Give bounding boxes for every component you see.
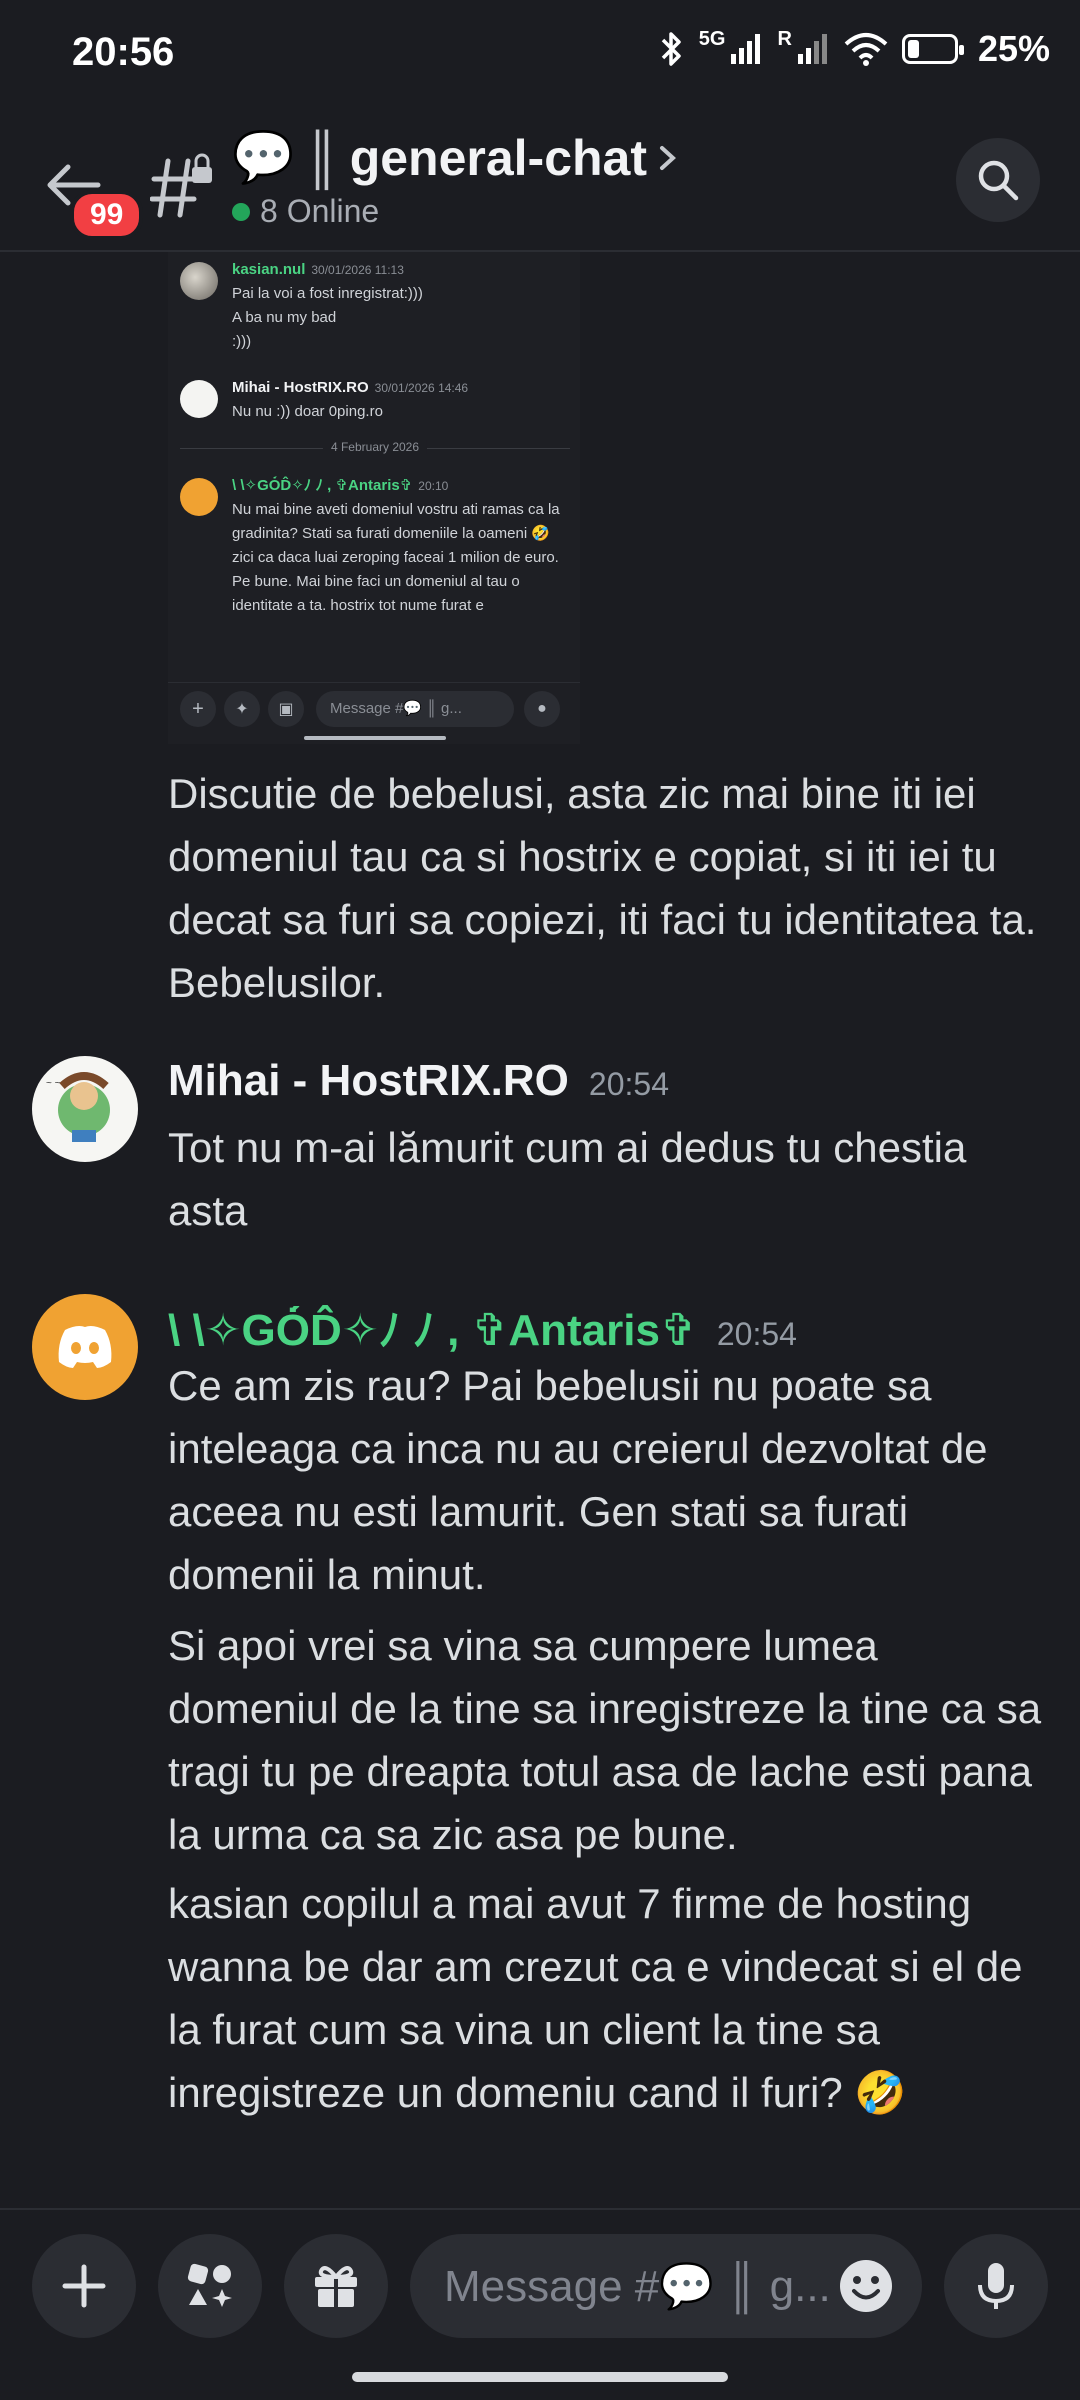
message-text: Tot nu m-ai lămurit cum ai dedus tu ches… (168, 1124, 967, 1234)
embed-text: Nu mai bine aveti domeniul vostru ati ra… (232, 501, 560, 614)
channel-emoji: 💬 (232, 129, 295, 185)
roaming-badge: R (777, 28, 792, 50)
gift-icon (315, 2266, 357, 2307)
embed-line: Pai la voi a fost inregistrat:))) (232, 285, 423, 302)
battery-percent: 25% (977, 28, 1050, 69)
status-time: 20:56 (72, 30, 175, 74)
online-dot-icon (232, 202, 250, 221)
message-text: kasian copilul a mai avut 7 firme de hos… (168, 1880, 1023, 2116)
embed-time: 30/01/2026 14:46 (374, 381, 469, 395)
home-indicator[interactable] (352, 2372, 728, 2382)
embed-plus-icon: + (180, 691, 216, 727)
channel-name: general-chat (349, 129, 648, 186)
embed-author: Mihai - HostRIX.RO (232, 379, 369, 396)
channel-header: 99 💬 ║ general-chat 8 Online (0, 110, 1080, 252)
wifi-icon (844, 33, 888, 66)
message-author[interactable]: \ \✧GȮ́D̂✧ﾉ ﾉ , ✞Antaris✞ (168, 1294, 697, 1358)
message-composer: Message #💬 ║ g... (0, 2208, 1080, 2348)
apps-button[interactable] (158, 2234, 262, 2338)
message-input-placeholder: Message #💬 ║ g... (444, 2262, 831, 2311)
battery-icon (901, 34, 964, 64)
embed-avatar (180, 262, 218, 300)
search-button[interactable] (956, 138, 1040, 222)
channel-separator: ║ (304, 129, 340, 186)
microphone-icon (978, 2263, 1014, 2309)
embed-line: A ba nu my bad (232, 309, 337, 326)
message-timestamp: 20:54 (588, 1066, 669, 1102)
embed-home-indicator (304, 736, 446, 740)
embed-discord-avatar (180, 478, 218, 516)
svg-text:~ ~: ~ ~ (46, 1078, 61, 1089)
unread-badge: 99 (70, 190, 144, 240)
cell-signal-2-icon (797, 34, 827, 64)
embed-composer: + ✦ ▣ Message #💬 ║ g... ● (168, 682, 580, 728)
embed-input: Message #💬 ║ g... (316, 691, 514, 727)
embed-gift-icon: ▣ (268, 691, 304, 727)
discord-avatar[interactable] (32, 1294, 138, 1400)
online-status: 8 Online (232, 193, 679, 230)
message-timestamp: 20:54 (716, 1316, 797, 1352)
online-count: 8 Online (260, 193, 380, 229)
embed-author: kasian.nul (232, 261, 306, 278)
locked-channel-icon (149, 145, 216, 225)
embed-line: :))) (232, 333, 252, 350)
emoji-smile-icon (840, 2260, 892, 2312)
image-attachment[interactable]: kasian.nul 30/01/2026 11:13 Pai la voi a … (168, 252, 580, 744)
embed-time: 20:10 (418, 479, 449, 493)
embed-line: Nu nu :)) doar 0ping.ro (232, 403, 383, 420)
discord-logo-icon (58, 1326, 112, 1368)
emoji-button[interactable] (836, 2256, 896, 2316)
gift-button[interactable] (284, 2234, 388, 2338)
channel-title: 💬 ║ general-chat (232, 128, 679, 187)
user-avatar[interactable]: ~ ~ (32, 1056, 138, 1162)
message-input[interactable]: Message #💬 ║ g... (410, 2234, 922, 2338)
message-author[interactable]: Mihai - HostRIX.RO (168, 1056, 569, 1106)
network-badge: 5G (698, 28, 726, 50)
bluetooth-icon (661, 32, 681, 66)
apps-icon (187, 2263, 232, 2307)
embed-time: 30/01/2026 11:13 (311, 263, 404, 277)
embed-date-divider: 4 February 2026 (180, 440, 570, 454)
add-attachment-button[interactable] (32, 2234, 136, 2338)
embed-date-label: 4 February 2026 (322, 440, 428, 454)
search-icon (978, 160, 1019, 201)
channel-title-area[interactable]: 💬 ║ general-chat 8 Online (232, 128, 679, 230)
status-icons: 5G R 25% (659, 28, 1050, 70)
embed-mic-icon: ● (524, 691, 560, 727)
message-text: Si apoi vrei sa vina sa cumpere lumea do… (168, 1622, 1042, 1858)
message-text: Ce am zis rau? Pai bebelusii nu poate sa… (168, 1362, 988, 1598)
status-bar: 20:56 5G R 25% (0, 0, 1080, 110)
cell-signal-icon (731, 34, 761, 64)
message-text: Discutie de bebelusi, asta zic mai bine … (168, 770, 1037, 1006)
plus-icon (62, 2264, 106, 2308)
embed-author: \ \✧GȮ́D̂✧ﾉ ﾉ , ✞Antaris✞ (232, 477, 413, 494)
chevron-right-icon (660, 145, 677, 170)
embed-apps-icon: ✦ (224, 691, 260, 727)
voice-message-button[interactable] (944, 2234, 1048, 2338)
embed-avatar (180, 380, 218, 418)
